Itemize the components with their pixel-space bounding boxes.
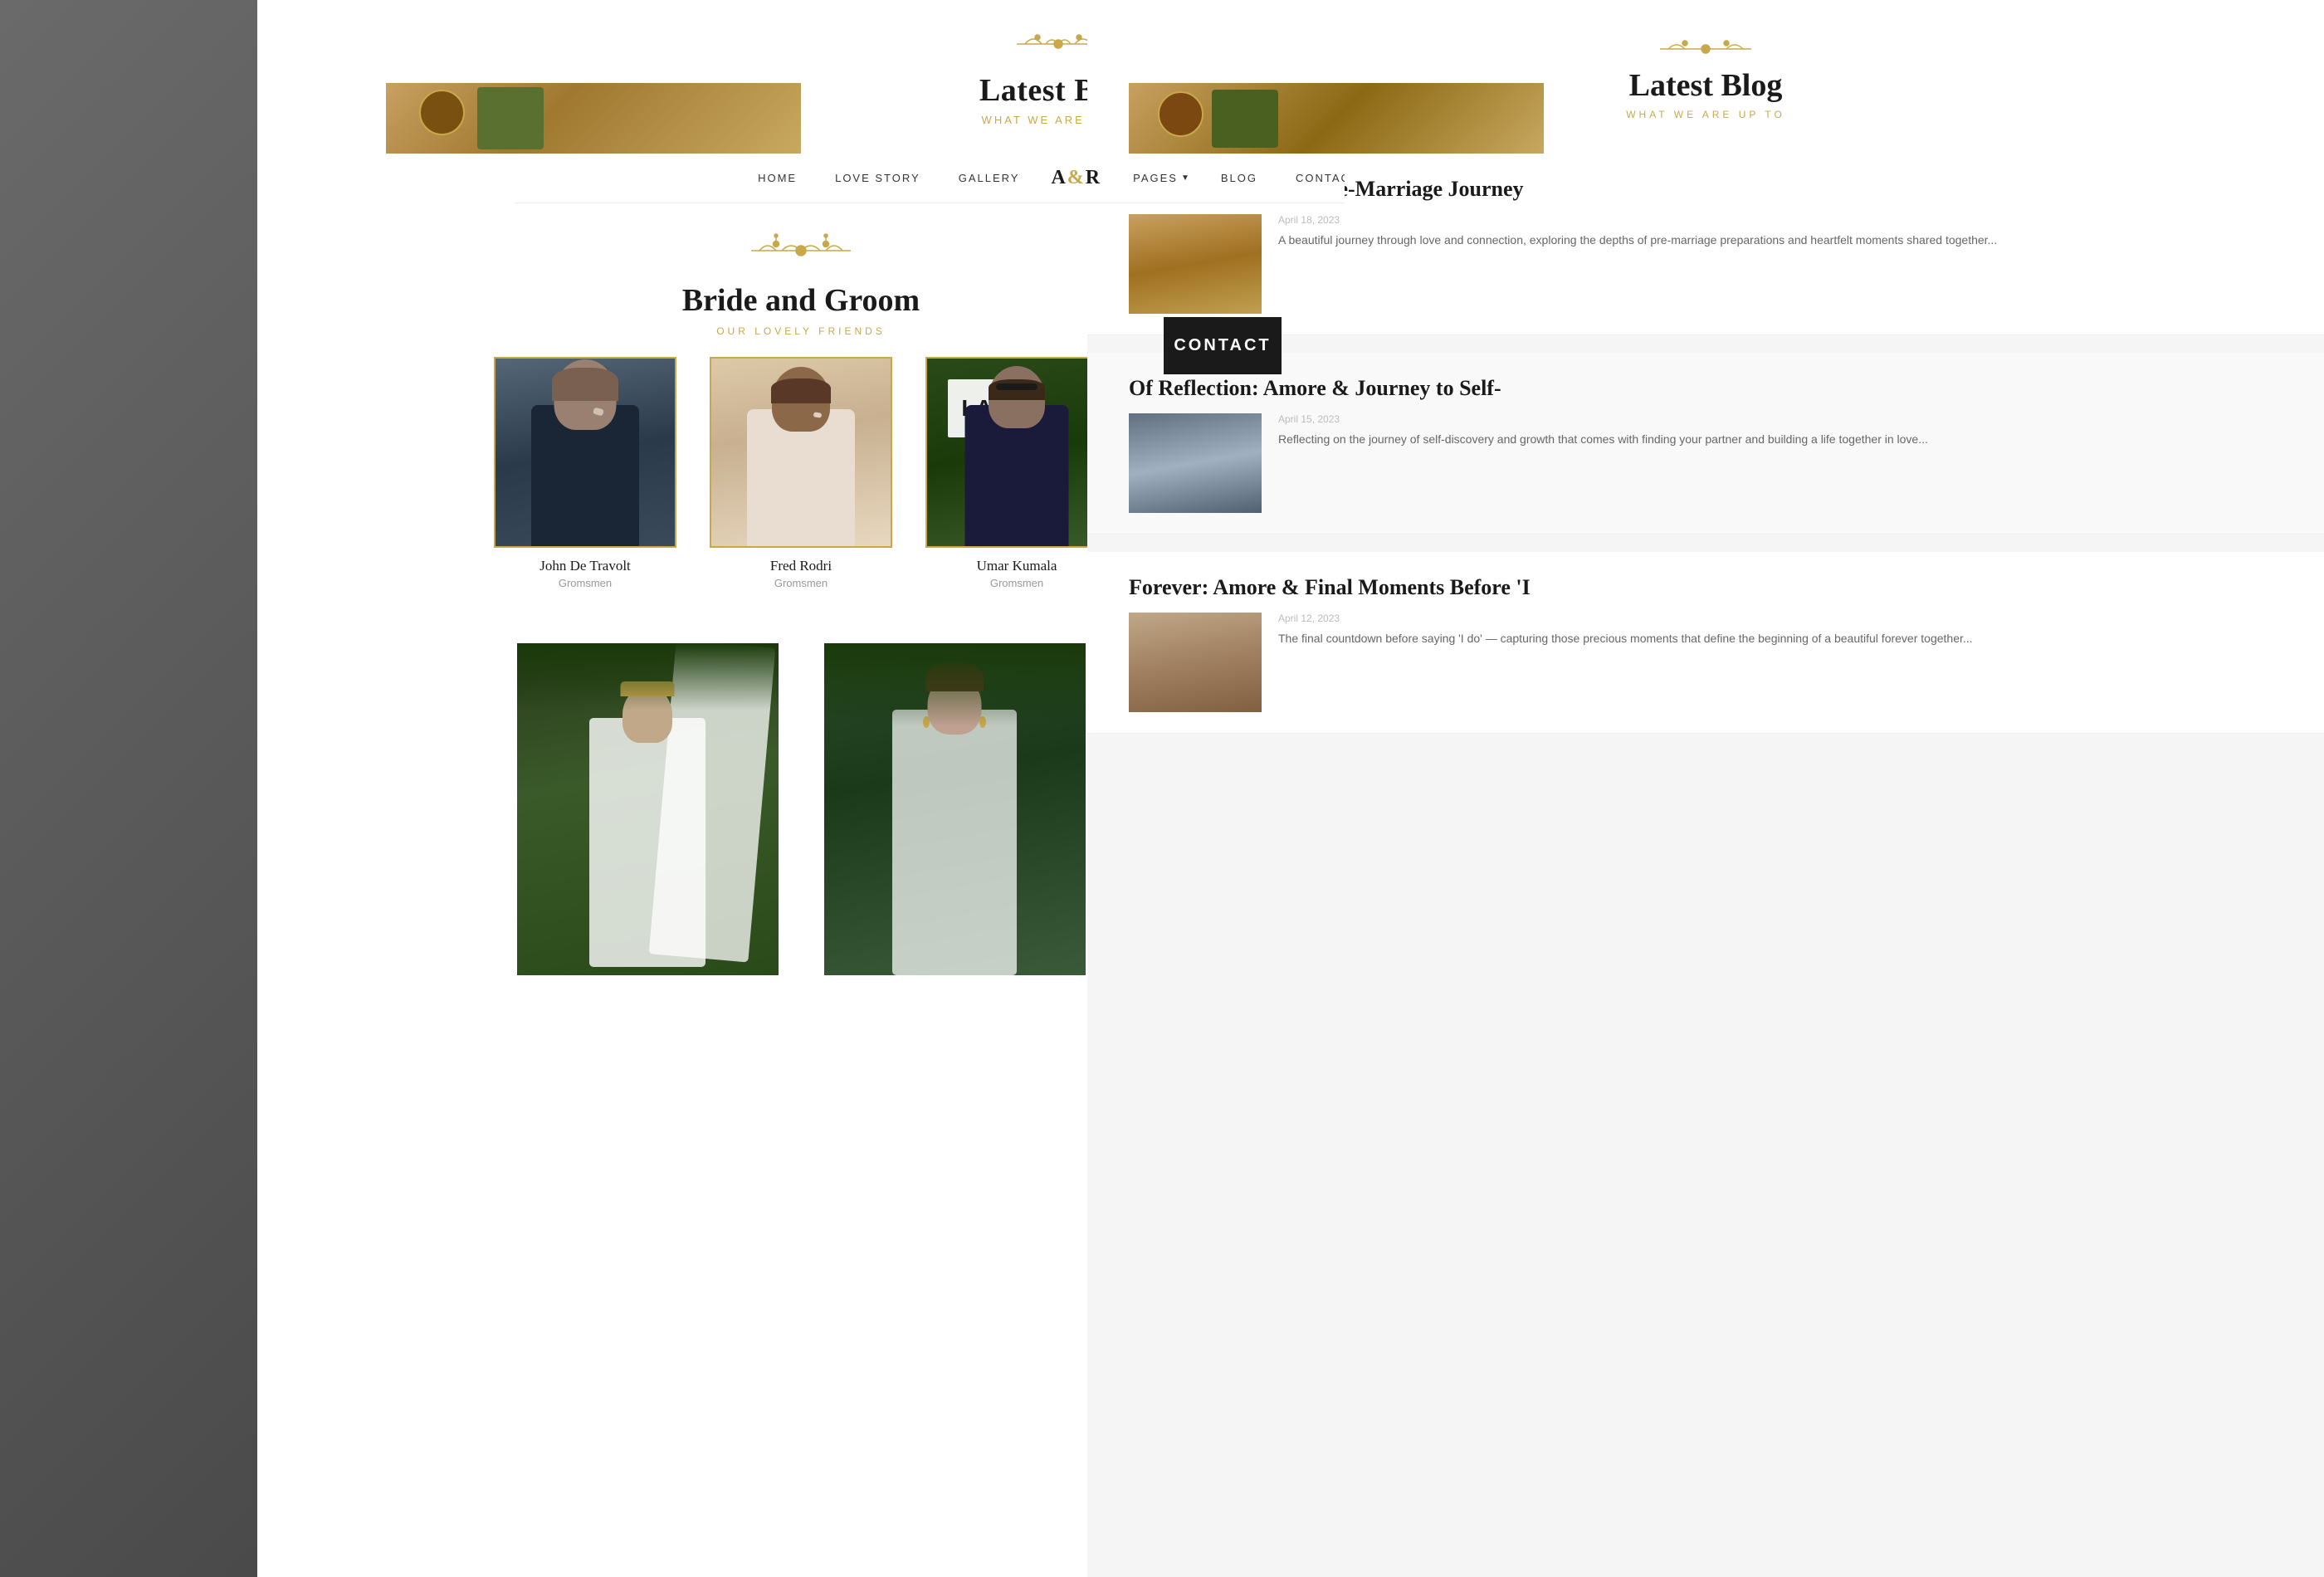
blog-post-3-date: April 12, 2023 bbox=[1278, 613, 1973, 624]
nav-item-contact[interactable]: CONTACT bbox=[1289, 168, 1345, 188]
nav-item-love-story[interactable]: LOVE STORY bbox=[828, 168, 927, 188]
nav-item-pages[interactable]: PAGES ▼ bbox=[1126, 168, 1189, 188]
navbar: HOME LOVE STORY GALLERY A&R PAGES ▼ BLOG… bbox=[515, 154, 1345, 203]
person-card-fred: Fred Rodri Gromsmen bbox=[704, 357, 899, 589]
person-card-umar: LA Umar Kumala Gromsmen bbox=[920, 357, 1115, 589]
section-floral-icon bbox=[747, 232, 855, 274]
blog-post-2-title: Of Reflection: Amore & Journey to Self- bbox=[1129, 374, 2282, 403]
contact-button-label: CONTACT bbox=[1174, 336, 1271, 355]
blog-post-1-date: April 18, 2023 bbox=[1278, 214, 1997, 226]
blog-thumb-top-right bbox=[1129, 83, 1544, 154]
blog-post-3-excerpt: April 12, 2023 The final countdown befor… bbox=[1278, 613, 1973, 712]
blog-thumb-1 bbox=[1129, 214, 1262, 314]
person-image-john bbox=[494, 357, 676, 548]
blog-thumb-3 bbox=[1129, 613, 1262, 712]
blog-thumb-2 bbox=[1129, 413, 1262, 513]
contact-button-overlay[interactable]: CONTACT bbox=[1164, 317, 1282, 374]
right-blog-title: Latest Blog bbox=[1629, 67, 1783, 104]
person-card-john: John De Travolt Gromsmen bbox=[488, 357, 683, 589]
person-name-john: John De Travolt bbox=[540, 558, 631, 574]
right-floral-icon bbox=[1656, 34, 1755, 67]
person-card-bride1 bbox=[506, 643, 788, 975]
nav-item-gallery[interactable]: GALLERY bbox=[952, 168, 1027, 188]
person-image-umar: LA bbox=[925, 357, 1108, 548]
nav-item-blog[interactable]: BLOG bbox=[1214, 168, 1264, 188]
person-name-umar: Umar Kumala bbox=[977, 558, 1057, 574]
right-panel: Latest Blog WHAT WE ARE UP TO Embrace: A… bbox=[1087, 0, 2324, 1577]
left-panel bbox=[0, 0, 257, 1577]
right-blog-subtitle: WHAT WE ARE UP TO bbox=[1626, 109, 1785, 120]
person-image-bride2 bbox=[824, 643, 1086, 975]
blog-post-2-excerpt: April 15, 2023 Reflecting on the journey… bbox=[1278, 413, 1928, 513]
person-role-fred: Gromsmen bbox=[774, 577, 828, 589]
section-subtitle: OUR LOVELY FRIENDS bbox=[716, 325, 886, 337]
blog-post-2: Of Reflection: Amore & Journey to Self- … bbox=[1087, 353, 2324, 535]
nav-pages-label: PAGES bbox=[1126, 168, 1178, 188]
person-image-bride1 bbox=[517, 643, 779, 975]
person-card-bride2 bbox=[813, 643, 1096, 975]
person-role-umar: Gromsmen bbox=[990, 577, 1043, 589]
blog-post-3-title: Forever: Amore & Final Moments Before 'I bbox=[1129, 573, 2282, 603]
person-name-fred: Fred Rodri bbox=[770, 558, 832, 574]
nav-logo[interactable]: A&R bbox=[1051, 167, 1101, 189]
nav-item-home[interactable]: HOME bbox=[751, 168, 803, 188]
section-title: Bride and Groom bbox=[682, 282, 920, 319]
blog-post-3: Forever: Amore & Final Moments Before 'I… bbox=[1087, 552, 2324, 734]
chevron-down-icon: ▼ bbox=[1181, 173, 1189, 183]
person-image-fred bbox=[710, 357, 892, 548]
blog-image-partial bbox=[386, 83, 801, 154]
person-role-john: Gromsmen bbox=[559, 577, 612, 589]
blog-post-2-date: April 15, 2023 bbox=[1278, 413, 1928, 425]
blog-post-1-excerpt: April 18, 2023 A beautiful journey throu… bbox=[1278, 214, 1997, 314]
